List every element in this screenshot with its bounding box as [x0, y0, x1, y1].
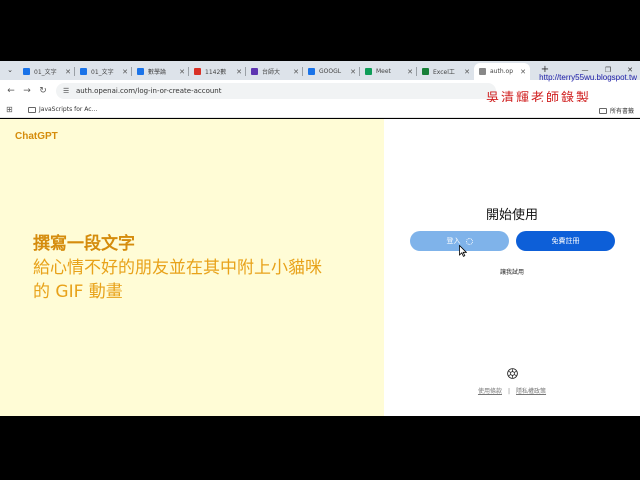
browser-tab[interactable]: 台師大 ✕	[246, 63, 303, 80]
promo-panel: ChatGPT 撰寫一段文字 給心情不好的朋友並在其中附上小貓咪 的 GIF 動…	[0, 119, 384, 416]
tab-favicon-icon	[194, 68, 201, 75]
tab-close-icon[interactable]: ✕	[179, 68, 185, 76]
all-bookmarks-label: 所有書籤	[609, 108, 634, 115]
tab-close-icon[interactable]: ✕	[464, 68, 470, 76]
tab-close-icon[interactable]: ✕	[236, 68, 242, 76]
tab-close-icon[interactable]: ✕	[122, 68, 128, 76]
folder-icon	[598, 107, 607, 114]
tab-favicon-icon	[137, 68, 144, 75]
browser-tab[interactable]: 1142數 ✕	[189, 63, 246, 80]
bookmark-folder[interactable]: JavaScripts for Ac...	[28, 106, 97, 113]
tab-favicon-icon	[479, 68, 486, 75]
footer-separator: |	[507, 388, 511, 395]
signup-button-label: 免費註冊	[551, 238, 580, 245]
mouse-cursor-icon	[459, 245, 467, 257]
brand-logo-text: ChatGPT	[15, 131, 58, 142]
privacy-link[interactable]: 隱私權政策	[516, 388, 546, 395]
back-arrow-icon[interactable]: ←	[4, 84, 18, 98]
tab-favicon-icon	[251, 68, 258, 75]
tab-favicon-icon	[308, 68, 315, 75]
terms-link[interactable]: 使用條款	[478, 388, 502, 395]
tab-search-chevron-icon[interactable]: ⌄	[4, 64, 16, 76]
footer-links: 使用條款 | 隱私權政策	[384, 386, 640, 395]
browser-tab[interactable]: 數學論 ✕	[132, 63, 189, 80]
address-bar[interactable]: auth.openai.com/log-in-or-create-account	[56, 83, 496, 99]
page-title: 開始使用	[485, 208, 538, 223]
page-content: ChatGPT 撰寫一段文字 給心情不好的朋友並在其中附上小貓咪 的 GIF 動…	[0, 119, 640, 416]
hero-subtitle-line: 的 GIF 動畫	[33, 282, 123, 302]
bookmarks-bar: ⊞ JavaScripts for Ac... 所有書籤	[0, 102, 640, 118]
try-it-link[interactable]: 讓我試用	[384, 267, 640, 276]
site-info-icon[interactable]: ☰	[63, 87, 71, 95]
browser-tab[interactable]: Meet ✕	[360, 63, 417, 80]
tab-favicon-icon	[23, 68, 30, 75]
tab-favicon-icon	[422, 68, 429, 75]
reload-icon[interactable]: ↻	[36, 84, 50, 98]
tab-favicon-icon	[80, 68, 87, 75]
hero-subtitle-line: 給心情不好的朋友並在其中附上小貓咪	[33, 258, 322, 278]
signup-button[interactable]: 免費註冊	[516, 231, 615, 251]
browser-tab[interactable]: 01_文字 ✕	[18, 63, 75, 80]
tab-title: 01_文字	[34, 69, 57, 76]
loading-spinner-icon	[465, 237, 473, 245]
browser-tab[interactable]: 01_文字 ✕	[75, 63, 132, 80]
forward-arrow-icon[interactable]: →	[20, 84, 34, 98]
browser-tab[interactable]: GOOGL ✕	[303, 63, 360, 80]
tab-close-icon[interactable]: ✕	[65, 68, 71, 76]
screen: ⌄ 01_文字 ✕ 01_文字 ✕ 數學論 ✕ 1142數 ✕ 台師大 ✕ GOOGL ✕ Meet ✕ E…	[0, 0, 640, 480]
browser-tab[interactable]: Excel工 ✕	[417, 63, 474, 80]
tab-favicon-icon	[365, 68, 372, 75]
tab-title: GOOGL	[319, 68, 342, 75]
tab-title: 01_文字	[91, 69, 114, 76]
tab-title: 台師大	[262, 69, 281, 76]
hero-title: 撰寫一段文字	[33, 234, 135, 254]
tab-title: 1142數	[205, 69, 227, 76]
tab-close-icon[interactable]: ✕	[293, 68, 299, 76]
auth-panel: 開始使用 登入 免費註冊 讓我試用 使用條款 | 隱私權政策	[384, 119, 640, 416]
openai-logo-icon	[507, 368, 518, 379]
all-bookmarks-button[interactable]: 所有書籤	[598, 106, 634, 115]
tab-close-icon[interactable]: ✕	[407, 68, 413, 76]
tab-title: Meet	[376, 68, 391, 75]
folder-icon	[28, 106, 36, 113]
tab-title: Excel工	[433, 69, 455, 76]
watermark-url: http://terry55wu.blogspot.tw	[539, 73, 637, 82]
tab-title: 數學論	[148, 69, 167, 76]
tab-close-icon[interactable]: ✕	[350, 68, 356, 76]
bookmark-label: JavaScripts for Ac...	[39, 106, 98, 113]
apps-grid-icon[interactable]: ⊞	[6, 106, 14, 114]
